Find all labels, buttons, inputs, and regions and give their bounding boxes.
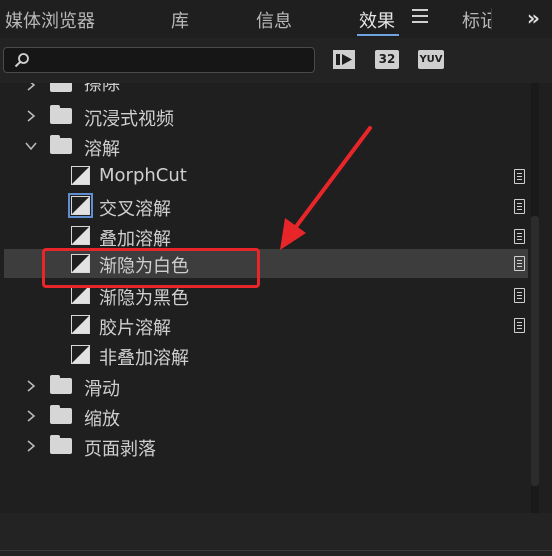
footer-divider <box>0 550 552 551</box>
annotation-arrow-icon <box>280 126 372 250</box>
